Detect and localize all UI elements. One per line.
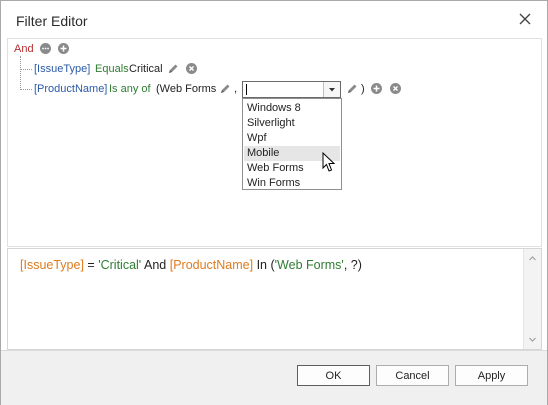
window-title: Filter Editor: [16, 13, 88, 29]
condition-2-field[interactable]: [ProductName]: [34, 83, 107, 95]
add-value-icon[interactable]: [371, 83, 382, 94]
expr-field-1: [IssueType]: [20, 258, 84, 272]
expr-operator-2: In: [256, 258, 268, 272]
expr-value-1: 'Critical': [98, 258, 142, 272]
expr-field-2: [ProductName]: [169, 258, 254, 272]
expression-text: [IssueType] = 'Critical' And [ProductNam…: [20, 258, 362, 272]
vertical-scrollbar[interactable]: [523, 249, 541, 349]
expr-rest: , ?): [343, 258, 362, 272]
text-caret: [246, 84, 247, 95]
value-dropdown-list: Windows 8 Silverlight Wpf Mobile Web For…: [242, 98, 342, 190]
close-icon: [519, 13, 531, 25]
cancel-button[interactable]: Cancel: [376, 365, 449, 386]
condition-2-value[interactable]: (Web Forms: [156, 83, 216, 95]
dialog-footer: OK Cancel Apply: [1, 350, 547, 405]
value-combo-box[interactable]: [242, 81, 341, 98]
add-condition-icon[interactable]: [58, 43, 69, 54]
filter-editor-window: Filter Editor And [IssueType] Equals Cri…: [0, 0, 548, 405]
scroll-down-icon[interactable]: [528, 335, 537, 344]
condition-1-field[interactable]: [IssueType]: [34, 63, 90, 75]
pencil-icon[interactable]: [167, 63, 179, 75]
title-bar: Filter Editor: [1, 1, 547, 38]
value-separator: ,: [234, 83, 238, 95]
expr-operator-1: =: [87, 258, 95, 272]
close-paren: ): [361, 83, 365, 95]
condition-1-operator[interactable]: Equals: [95, 63, 129, 75]
tree-line: [21, 69, 32, 70]
ok-button[interactable]: OK: [297, 365, 370, 386]
group-operator[interactable]: And: [14, 43, 34, 55]
tree-line: [20, 56, 21, 90]
condition-2-operator[interactable]: Is any of: [109, 83, 151, 95]
list-item[interactable]: Silverlight: [244, 116, 340, 131]
mouse-pointer-icon: [322, 151, 336, 174]
ellipsis-icon[interactable]: [40, 43, 51, 54]
expr-and: And: [143, 258, 167, 272]
close-button[interactable]: [513, 7, 537, 31]
list-item[interactable]: Wpf: [244, 131, 340, 146]
list-item[interactable]: Windows 8: [244, 101, 340, 116]
pencil-icon[interactable]: [219, 83, 231, 95]
pencil-icon[interactable]: [346, 83, 358, 95]
apply-button[interactable]: Apply: [455, 365, 528, 386]
combo-dropdown-button[interactable]: [323, 82, 340, 97]
remove-condition-icon[interactable]: [186, 63, 197, 74]
tree-line: [21, 89, 32, 90]
expr-value-2: 'Web Forms': [274, 258, 344, 272]
remove-condition-icon[interactable]: [390, 83, 401, 94]
filter-expression-textbox[interactable]: [IssueType] = 'Critical' And [ProductNam…: [7, 248, 542, 350]
chevron-down-icon: [329, 88, 335, 92]
scroll-up-icon[interactable]: [528, 254, 537, 263]
condition-1-value[interactable]: Critical: [129, 63, 163, 75]
list-item[interactable]: Win Forms: [244, 176, 340, 191]
